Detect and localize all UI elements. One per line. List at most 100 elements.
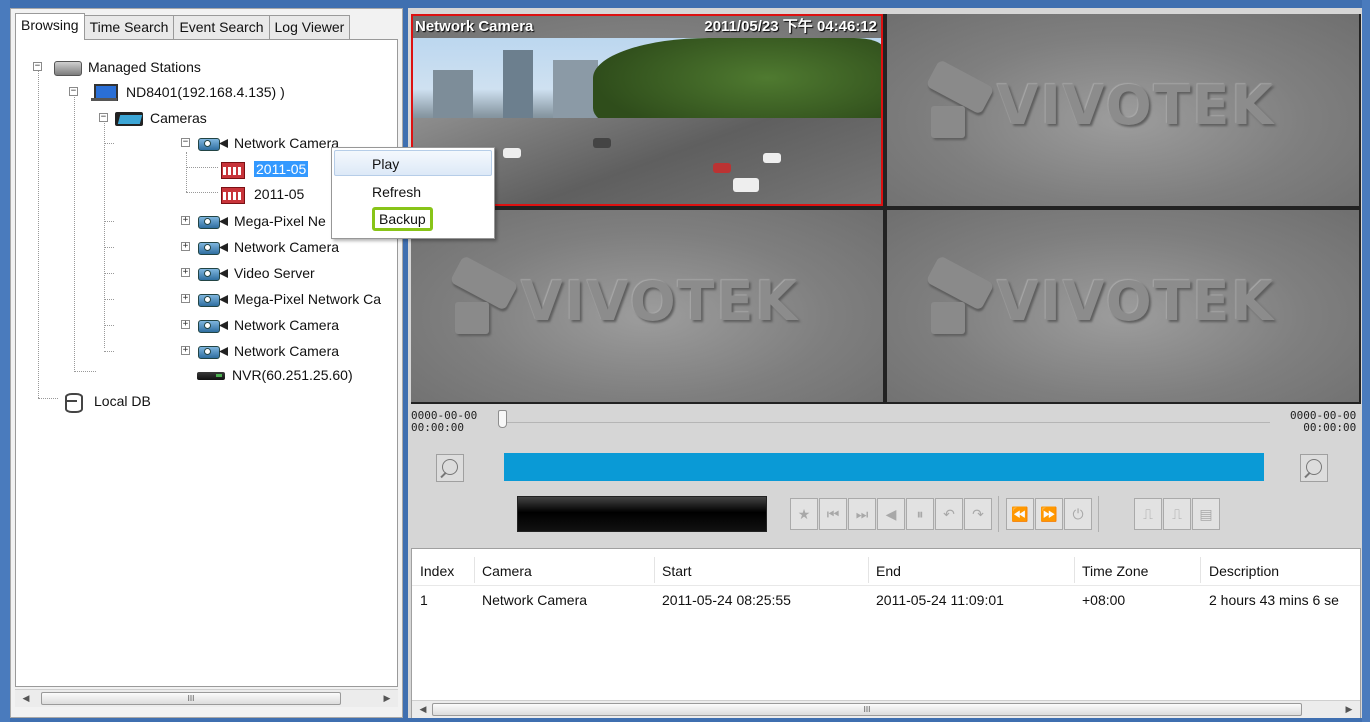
server-icon (52, 58, 82, 76)
expand-icon[interactable]: + (181, 346, 190, 355)
collapse-icon[interactable]: − (69, 87, 78, 96)
column-header-time-zone[interactable]: Time Zone (1082, 563, 1148, 579)
video-title-bar: Network Camera 2011/05/23 下午 04:46:12 (415, 16, 881, 38)
video-cell-4[interactable]: VIVOTEK (887, 210, 1359, 402)
scroll-left-icon[interactable]: ◀ (17, 690, 35, 707)
scrollbar-thumb[interactable]: III (41, 692, 341, 705)
playback-time-display (517, 496, 767, 532)
menu-item-label: Refresh (372, 184, 422, 200)
watermark-text: VIVOTEK (521, 269, 800, 333)
tree-node-video-server[interactable]: Video Server (198, 262, 315, 284)
mark-out-icon[interactable]: ⎍ (1163, 498, 1191, 530)
timeline-track[interactable] (505, 422, 1270, 423)
column-header-index[interactable]: Index (420, 563, 454, 579)
tree-node-local-db[interactable]: Local DB (58, 390, 151, 413)
camera-icon (198, 342, 228, 360)
scroll-right-icon[interactable]: ▶ (1340, 701, 1358, 718)
timeline-recording-bar[interactable] (504, 453, 1264, 481)
mark-in-icon[interactable]: ⎍ (1134, 498, 1162, 530)
tab-browsing[interactable]: Browsing (15, 13, 85, 40)
reverse-play-icon[interactable]: ◀ (877, 498, 905, 530)
expand-icon[interactable]: + (181, 320, 190, 329)
tree-node-network-camera-2[interactable]: Network Camera (198, 236, 339, 258)
tree-node-nvr[interactable]: NVR(60.251.25.60) (196, 364, 353, 386)
slow-down-icon[interactable]: ↶ (935, 498, 963, 530)
video-grid: Network Camera 2011/05/23 下午 04:46:12 VI… (411, 14, 1361, 404)
export-icon[interactable]: ▤ (1192, 498, 1220, 530)
tree-node-label: Network Camera (234, 239, 340, 255)
scroll-left-icon[interactable]: ◀ (414, 701, 432, 718)
pause-icon[interactable]: ⏸ (906, 498, 934, 530)
collapse-icon[interactable]: − (99, 113, 108, 122)
menu-item-backup[interactable]: Backup (332, 206, 494, 232)
tree-node-station[interactable]: ND8401(192.168.4.135) ) (90, 81, 285, 103)
tree-node-label: Managed Stations (88, 59, 201, 75)
timeline-start-time: 00:00:00 (411, 421, 464, 434)
expand-icon[interactable]: + (181, 216, 190, 225)
expand-icon[interactable]: + (181, 242, 190, 251)
tree-node-label: 2011-05 (254, 161, 309, 177)
video-cell-2[interactable]: VIVOTEK (887, 14, 1359, 206)
camera-icon (198, 290, 228, 308)
collapse-icon[interactable]: − (33, 62, 42, 71)
cell-index: 1 (420, 592, 428, 608)
tree-node-network-camera-4[interactable]: Network Camera (198, 340, 339, 362)
menu-item-label: Play (372, 156, 400, 172)
tree-node-label: Local DB (94, 393, 151, 409)
expand-icon[interactable]: + (181, 268, 190, 277)
tree-node-cameras[interactable]: Cameras (114, 107, 207, 129)
scrollbar-grip: III (187, 694, 195, 703)
column-header-start[interactable]: Start (662, 563, 692, 579)
go-to-end-icon[interactable]: ⏩ (1035, 498, 1063, 530)
tree-horizontal-scrollbar[interactable]: ◀ III ▶ (15, 689, 398, 707)
column-header-description[interactable]: Description (1209, 563, 1279, 579)
scrollbar-grip: III (863, 705, 871, 714)
table-horizontal-scrollbar[interactable]: ◀ III ▶ (412, 700, 1360, 718)
tree-node-managed-stations[interactable]: Managed Stations (52, 56, 201, 78)
camera-icon (198, 316, 228, 334)
next-frame-icon[interactable]: ⏭ (848, 498, 876, 530)
cell-time-zone: +08:00 (1082, 592, 1126, 608)
camera-icon (198, 134, 228, 152)
tree-node-network-camera[interactable]: Network Camera (198, 132, 339, 154)
cell-start: 2011-05-24 08:25:55 (662, 592, 791, 608)
zoom-out-icon[interactable] (436, 454, 464, 482)
zoom-in-icon[interactable] (1300, 454, 1328, 482)
column-header-camera[interactable]: Camera (482, 563, 532, 579)
context-menu: Play Refresh Backup (331, 147, 495, 239)
tree-node-label: 2011-05 (254, 186, 305, 202)
camera-icon (198, 264, 228, 282)
timeline-slider-handle[interactable] (498, 410, 507, 428)
cell-description: 2 hours 43 mins 6 se (1209, 592, 1339, 608)
tree-node-label: ND8401(192.168.4.135) ) (126, 84, 285, 100)
sync-icon[interactable]: ⏻ (1064, 498, 1092, 530)
column-header-end[interactable]: End (876, 563, 901, 579)
speed-up-icon[interactable]: ↷ (964, 498, 992, 530)
tree-node-mega-pixel-camera[interactable]: Mega-Pixel Ne (198, 210, 326, 232)
tree-node-label: Cameras (150, 110, 207, 126)
collapse-icon[interactable]: − (181, 138, 190, 147)
go-to-start-icon[interactable]: ⏪ (1006, 498, 1034, 530)
bookmark-star-icon[interactable]: ★ (790, 498, 818, 530)
tab-event-search[interactable]: Event Search (173, 15, 270, 39)
scrollbar-thumb[interactable]: III (432, 703, 1302, 716)
tree-node-recording-selected[interactable]: 2011-05 (218, 158, 309, 180)
watermark-text: VIVOTEK (997, 73, 1276, 137)
tab-log-viewer[interactable]: Log Viewer (268, 15, 351, 39)
tree-node-recording[interactable]: 2011-05 (218, 183, 304, 205)
menu-item-label: Backup (372, 207, 433, 231)
tree-node-label: NVR(60.251.25.60) (232, 367, 353, 383)
tab-time-search[interactable]: Time Search (83, 15, 175, 39)
vivotek-logo-icon (923, 66, 993, 144)
watermark-text: VIVOTEK (997, 269, 1276, 333)
tree-node-label: Mega-Pixel Network Ca (234, 291, 382, 307)
menu-item-refresh[interactable]: Refresh (332, 179, 494, 205)
timeline-end-time: 00:00:00 (1303, 421, 1357, 434)
menu-item-play[interactable]: Play (334, 150, 492, 176)
scroll-right-icon[interactable]: ▶ (378, 690, 396, 707)
expand-icon[interactable]: + (181, 294, 190, 303)
tree-node-network-camera-3[interactable]: Network Camera (198, 314, 339, 336)
tab-bar: Browsing Time Search Event Search Log Vi… (15, 13, 351, 40)
previous-frame-icon[interactable]: ⏮ (819, 498, 847, 530)
tree-node-mega-pixel-camera-2[interactable]: Mega-Pixel Network Ca (198, 288, 381, 310)
